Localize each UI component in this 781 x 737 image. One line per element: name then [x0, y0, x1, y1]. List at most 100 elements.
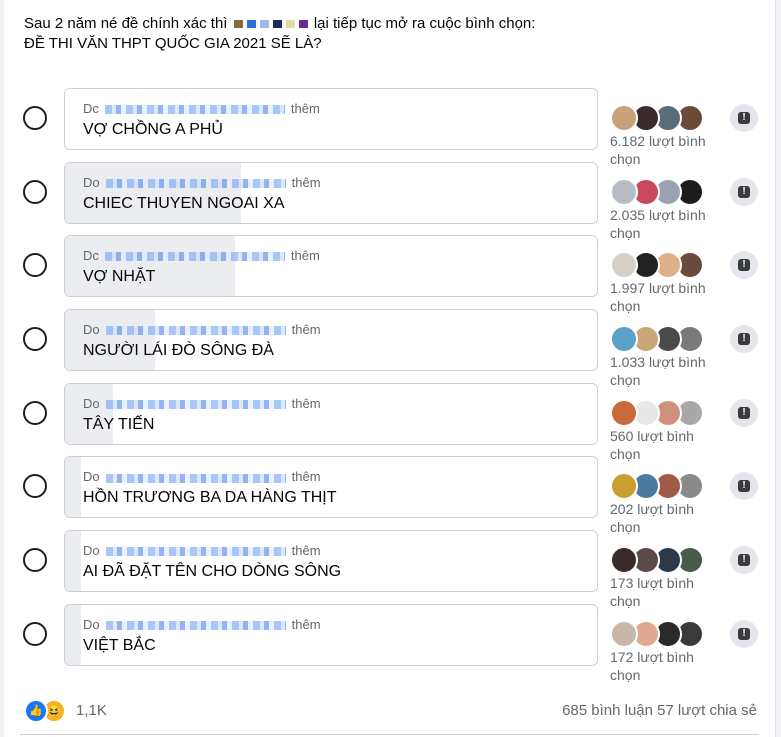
vote-number: 2.035 [610, 206, 646, 223]
poll-option-box[interactable]: Dc thêm VỢ CHỒNG A PHỦ [64, 88, 598, 150]
share-count[interactable]: 57 lượt chia sẻ [657, 702, 757, 719]
added-by: Do thêm [83, 469, 321, 484]
vote-number: 560 [610, 427, 634, 444]
poll-option-label: VỢ CHỒNG A PHỦ [83, 121, 223, 138]
voter-avatar[interactable] [610, 619, 638, 648]
voter-avatar[interactable] [610, 104, 638, 132]
poll-option-box[interactable]: Do thêm VIỆT BẮC [64, 603, 598, 666]
blurred-name [104, 252, 285, 262]
poll-radio-button[interactable] [23, 327, 47, 352]
added-by: Do thêm [83, 175, 321, 190]
like-icon[interactable]: 👍 [24, 699, 48, 723]
vote-share-bar [65, 457, 81, 518]
vote-number: 202 [610, 501, 634, 518]
added-by: Do thêm [83, 543, 321, 558]
blurred-name [105, 547, 286, 557]
reaction-count[interactable]: 1,1K [76, 702, 107, 719]
vote-share-bar [65, 604, 81, 665]
poll-option-box[interactable]: Do thêm CHIEC THUYEN NGOAI XA [64, 161, 598, 224]
vote-share-bar [65, 236, 236, 297]
poll-option-label: NGƯỜI LÁI ĐÒ SÔNG ĐÀ [83, 342, 274, 360]
poll-option: Do thêm TÂY TIẾN 560 lượt bình chọn ! [4, 382, 775, 462]
vote-share-bar [65, 383, 113, 444]
poll-option: Do thêm NGƯỜI LÁI ĐÒ SÔNG ĐÀ 1.033 lượt b… [4, 309, 775, 388]
voter-avatar[interactable] [610, 398, 638, 427]
poll-option: Do thêm AI ĐÃ ĐẶT TÊN CHO DÒNG SÔNG 173 l… [4, 530, 775, 609]
alert-icon[interactable]: ! [730, 104, 758, 132]
blurred-name [105, 326, 286, 336]
added-by-suffix: thêm [290, 101, 320, 116]
added-by-suffix: thêm [290, 248, 320, 264]
added-by: Dc thêm [83, 248, 320, 263]
poll-option-label: AI ĐÃ ĐẶT TÊN CHO DÒNG SÔNG [83, 563, 342, 581]
censored-name [232, 15, 314, 32]
post-footer: 👍 😆 1,1K 685 bình luận 57 lượt chia sẻ [4, 690, 775, 730]
vote-number: 1.033 [610, 354, 646, 371]
poll-option-box[interactable]: Do thêm TÂY TIẾN [64, 382, 598, 445]
voter-avatar[interactable] [610, 177, 638, 206]
poll-option-label: TÂY TIẾN [83, 415, 155, 433]
poll-option-label: VIỆT BẮC [83, 636, 156, 654]
poll-option-box[interactable]: Do thêm HỒN TRƯƠNG BA DA HÀNG THỊT [64, 456, 598, 519]
blurred-name [104, 105, 285, 115]
poll-radio-button[interactable] [23, 179, 47, 204]
poll-radio-button[interactable] [23, 106, 47, 130]
added-by: Do thêm [83, 396, 321, 411]
alert-icon[interactable]: ! [730, 325, 758, 354]
added-by-suffix: thêm [291, 616, 321, 632]
post-card: Sau 2 năm né đề chính xác thì lại tiếp t… [4, 0, 776, 737]
blurred-name [105, 399, 286, 409]
poll-radio-button[interactable] [23, 621, 47, 646]
added-by-suffix: thêm [291, 469, 321, 485]
added-by-prefix: Do [83, 543, 100, 559]
added-by-prefix: Do [83, 395, 100, 411]
alert-icon[interactable]: ! [730, 251, 758, 280]
added-by-prefix: Do [83, 174, 100, 190]
blurred-name [105, 620, 286, 630]
alert-icon[interactable]: ! [730, 177, 758, 206]
poll-radio-button[interactable] [23, 253, 47, 278]
alert-icon[interactable]: ! [730, 546, 758, 575]
added-by-prefix: Do [83, 616, 100, 632]
post-text-line1-start: Sau 2 năm né đề chính xác thì [24, 15, 228, 32]
poll-radio-button[interactable] [23, 548, 47, 573]
poll-option-label: CHIEC THUYEN NGOAI XA [83, 194, 285, 212]
poll-option-label: VỢ NHẶT [83, 268, 156, 286]
voter-avatar[interactable] [610, 325, 638, 354]
added-by: Do thêm [83, 617, 321, 632]
voter-avatar[interactable] [610, 472, 638, 501]
vote-count[interactable]: 172 lượt bình chọn [610, 648, 714, 684]
divider [20, 734, 759, 735]
added-by-suffix: thêm [291, 543, 321, 559]
vote-number: 1.997 [610, 280, 646, 297]
poll-option: Do thêm VIỆT BẮC 172 lượt bình chọn ! [4, 603, 775, 683]
post-text-line1-end: lại tiếp tục mở ra cuộc bình chọn: [313, 15, 536, 32]
added-by-suffix: thêm [291, 174, 321, 190]
poll-radio-button[interactable] [23, 400, 47, 425]
poll-option-box[interactable]: Do thêm NGƯỜI LÁI ĐÒ SÔNG ĐÀ [64, 309, 598, 372]
added-by-prefix: Dc [83, 101, 99, 116]
post-text: Sau 2 năm né đề chính xác thì lại tiếp t… [24, 14, 744, 54]
post-text-line2: ĐỀ THI VĂN THPT QUỐC GIA 2021 SẼ LÀ? [24, 35, 322, 52]
voter-avatar[interactable] [610, 546, 638, 575]
alert-icon[interactable]: ! [730, 619, 758, 648]
poll-option: Dc thêm VỢ CHỒNG A PHỦ 6.182 lượt bình ch… [4, 88, 775, 167]
blurred-name [105, 473, 286, 483]
added-by-prefix: Do [83, 469, 100, 485]
poll-option: Do thêm CHIEC THUYEN NGOAI XA 2.035 lượt … [4, 161, 775, 241]
added-by-prefix: Do [83, 322, 100, 338]
added-by: Do thêm [83, 322, 321, 337]
voter-avatar[interactable] [610, 251, 638, 280]
vote-share-bar [65, 162, 241, 223]
added-by-suffix: thêm [291, 322, 321, 338]
added-by-prefix: Dc [83, 248, 99, 264]
vote-number: 6.182 [610, 133, 646, 149]
alert-icon[interactable]: ! [730, 472, 758, 501]
comment-count[interactable]: 685 bình luận [562, 702, 653, 719]
added-by-suffix: thêm [291, 395, 321, 411]
poll-option-box[interactable]: Do thêm AI ĐÃ ĐẶT TÊN CHO DÒNG SÔNG [64, 530, 598, 593]
alert-icon[interactable]: ! [730, 398, 758, 427]
poll-option-box[interactable]: Dc thêm VỢ NHẶT [64, 235, 598, 298]
poll-option: Do thêm HỒN TRƯƠNG BA DA HÀNG THỊT 202 lư… [4, 456, 775, 535]
poll-radio-button[interactable] [23, 474, 47, 499]
